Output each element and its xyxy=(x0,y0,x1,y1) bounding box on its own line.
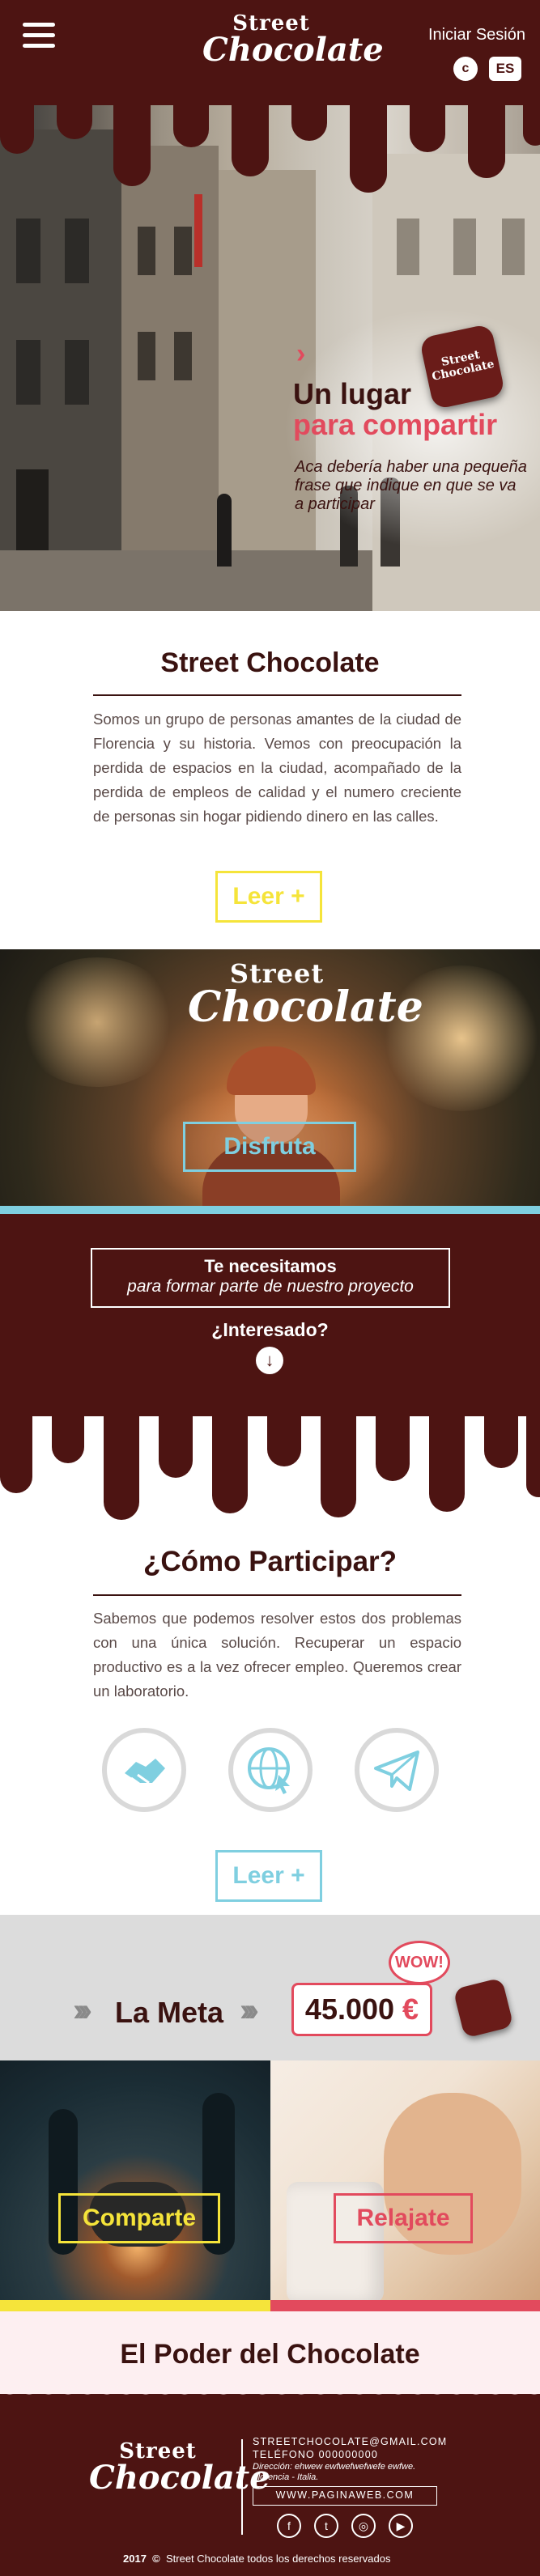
logo-line-2: Chocolate xyxy=(202,31,384,69)
copyright-text: Street Chocolate todos los derechos rese… xyxy=(165,2553,391,2565)
hero-title: Un lugar para compartir xyxy=(293,379,497,440)
participate-title: ¿Cómo Participar? xyxy=(142,1546,398,1577)
youtube-icon[interactable]: ▶ xyxy=(389,2514,413,2538)
hero-next-arrow-icon[interactable]: › xyxy=(296,338,305,370)
goal-currency: € xyxy=(402,1992,419,2026)
interested-question: ¿Interesado? xyxy=(211,1319,329,1340)
footer-address-1: Dirección: ehwew ewfwefwefwefe ewfwe. xyxy=(253,2462,416,2472)
chevrons-left-icon: ››› xyxy=(73,1992,92,2028)
copyright-circle-icon[interactable]: c xyxy=(453,57,478,81)
need-line-1: Te necesitamos xyxy=(204,1256,337,1276)
hero-section: Street Chocolate Iniciar Sesión c ES Str… xyxy=(0,0,540,611)
handshake-icon[interactable] xyxy=(102,1728,186,1812)
about-divider xyxy=(93,694,461,696)
campfire-photo xyxy=(0,2060,270,2300)
need-line-2: para formar parte de nuestro proyecto xyxy=(127,1277,414,1296)
footer-phone: TELÉFONO 000000000 xyxy=(253,2449,379,2460)
globe-cursor-icon[interactable] xyxy=(228,1728,313,1812)
about-text: Somos un grupo de personas amantes de la… xyxy=(93,711,461,825)
enjoy-logo-line-2: Chocolate xyxy=(188,982,423,1032)
goal-label: La Meta xyxy=(115,1996,224,2029)
goal-amount-box: 45.000 € xyxy=(291,1983,432,2036)
relax-button[interactable]: Relajate xyxy=(334,2193,473,2243)
participate-read-more-button[interactable]: Leer + xyxy=(215,1850,322,1902)
about-title: Street Chocolate xyxy=(160,647,380,678)
footer-web-link[interactable]: WWW.PAGINAWEB.COM xyxy=(253,2486,437,2506)
share-button[interactable]: Comparte xyxy=(58,2193,220,2243)
arrow-down-icon[interactable]: ↓ xyxy=(256,1347,283,1374)
footer-address-2: Florencia - Italia. xyxy=(253,2472,319,2482)
copyright: 2017 © Street Chocolate todos los derech… xyxy=(123,2553,390,2565)
child-hair xyxy=(227,1046,316,1095)
hero-title-line-2: para compartir xyxy=(293,407,498,441)
hero-subtitle: Aca debería haber una pequeña frase que … xyxy=(295,458,527,513)
goal-amount: 45.000 xyxy=(304,1992,395,2026)
language-selector[interactable]: ES xyxy=(489,57,521,81)
chevrons-right-icon: ››› xyxy=(240,1992,259,2028)
enjoy-button[interactable]: Disfruta xyxy=(183,1122,356,1172)
copyright-year: 2017 xyxy=(123,2553,147,2565)
login-link[interactable]: Iniciar Sesión xyxy=(428,26,525,45)
footer-email[interactable]: STREETCHOCOLATE@GMAIL.COM xyxy=(253,2436,447,2447)
relax-photo xyxy=(270,2060,540,2300)
hero-title-line-1: Un lugar xyxy=(293,377,412,410)
page: Street Chocolate Iniciar Sesión c ES Str… xyxy=(0,0,540,2576)
pink-stripe xyxy=(270,2300,540,2311)
footer: Street Chocolate STREETCHOCOLATE@GMAIL.C… xyxy=(0,2386,540,2576)
instagram-icon[interactable]: ◎ xyxy=(351,2514,376,2538)
footer-logo[interactable]: Street Chocolate xyxy=(89,2441,270,2497)
footer-divider xyxy=(241,2439,243,2535)
about-read-more-button[interactable]: Leer + xyxy=(215,871,322,923)
footer-logo-line-2: Chocolate xyxy=(89,2459,270,2497)
participate-divider xyxy=(93,1594,461,1596)
copyright-symbol: © xyxy=(152,2553,160,2565)
paper-plane-icon[interactable] xyxy=(355,1728,439,1812)
facebook-icon[interactable]: f xyxy=(277,2514,301,2538)
menu-icon[interactable] xyxy=(23,23,55,50)
enjoy-logo: Street Chocolate xyxy=(188,961,423,1032)
twitter-icon[interactable]: t xyxy=(314,2514,338,2538)
header-logo[interactable]: Street Chocolate xyxy=(202,13,384,69)
wow-bubble: WOW! xyxy=(389,1941,450,1984)
power-title: El Poder del Chocolate xyxy=(120,2339,420,2370)
need-you-box: Te necesitamos para formar parte de nues… xyxy=(91,1248,450,1308)
yellow-stripe xyxy=(0,2300,270,2311)
goal-band xyxy=(0,1915,540,2060)
participate-text: Sabemos que podemos resolver estos dos p… xyxy=(93,1610,461,1700)
